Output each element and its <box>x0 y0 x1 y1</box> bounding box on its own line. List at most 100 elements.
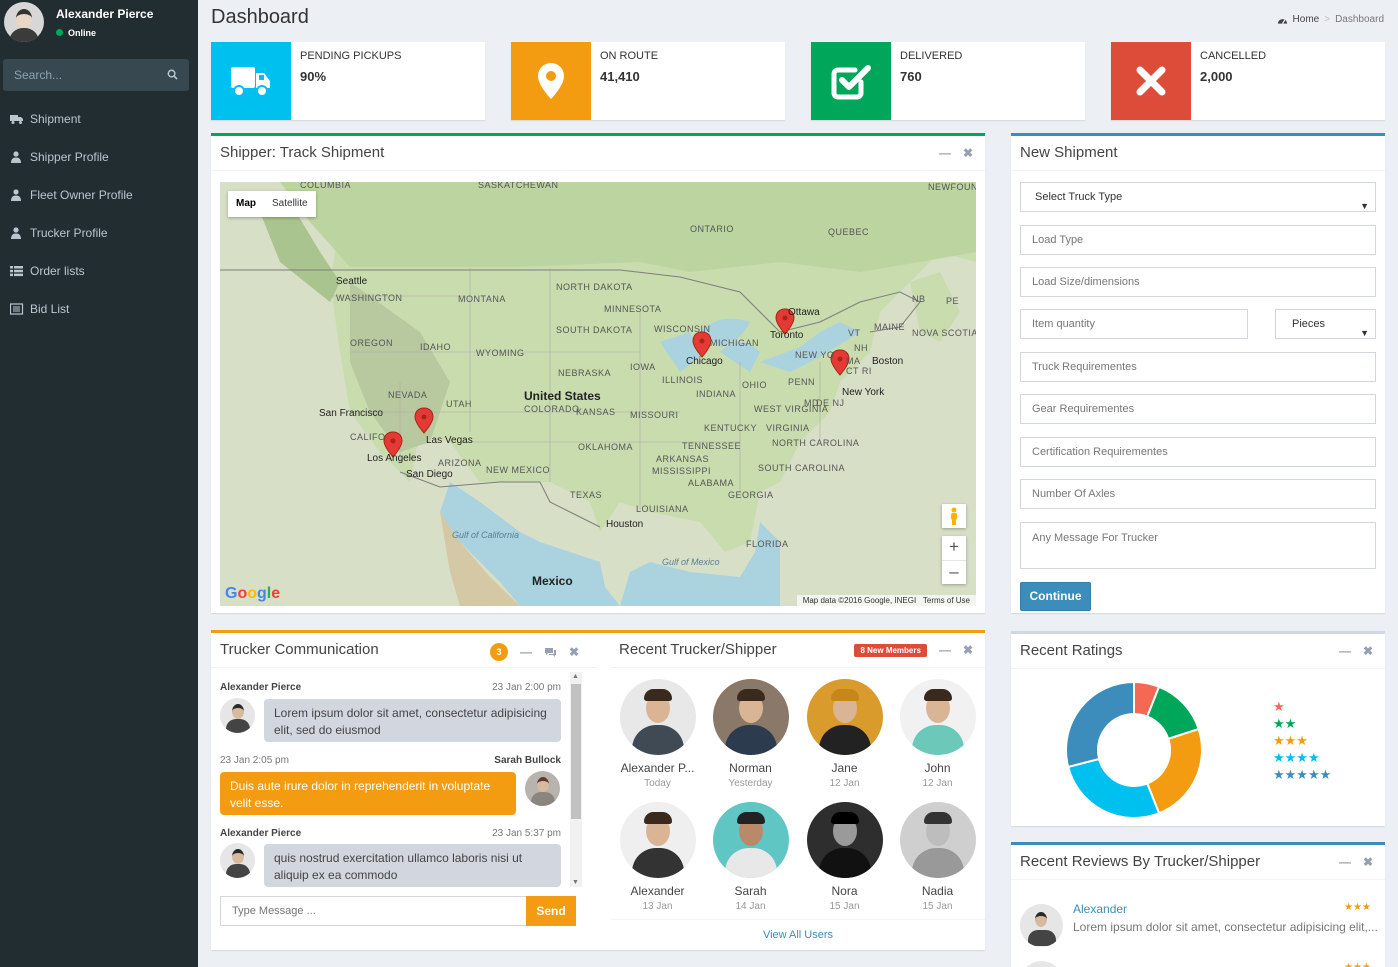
chat-timestamp: 23 Jan 2:05 pm <box>220 755 289 766</box>
user-card[interactable]: Sarah 14 Jan <box>704 802 797 912</box>
user-icon <box>11 227 21 239</box>
chat-sender-name: Alexander Pierce <box>220 682 302 693</box>
user-name[interactable]: John <box>891 761 984 775</box>
certification-requirements-input[interactable]: Certification Requirementes <box>1020 437 1376 467</box>
star-rating-row: ★★★★ <box>1273 750 1320 765</box>
continue-button[interactable]: Continue <box>1020 582 1091 611</box>
sidebar-item-bid-list[interactable]: Bid List <box>0 290 198 328</box>
sidebar-item-order-lists[interactable]: Order lists <box>0 252 198 290</box>
map-label: KENTUCKY <box>704 423 758 433</box>
map-label: WISCONSIN <box>654 324 711 334</box>
message-textarea[interactable]: Any Message For Trucker <box>1020 522 1376 569</box>
unit-select[interactable]: Pieces ▼ <box>1275 309 1376 339</box>
collapse-button[interactable]: — <box>1339 855 1351 869</box>
breadcrumb-home-link[interactable]: Home <box>1293 14 1320 25</box>
map-label: TEXAS <box>570 490 603 500</box>
user-name[interactable]: Nora <box>798 884 891 898</box>
reviewer-name[interactable]: Alexander <box>1073 902 1127 916</box>
page-title: Dashboard <box>211 6 309 28</box>
map-label: MAINE <box>874 322 906 332</box>
collapse-button[interactable]: — <box>939 643 951 657</box>
scroll-down-icon[interactable]: ▼ <box>572 879 579 886</box>
user-card[interactable]: Nora 15 Jan <box>798 802 891 912</box>
search-icon[interactable] <box>167 69 178 80</box>
street-view-pegman-icon[interactable] <box>942 504 966 528</box>
user-name: Alexander Pierce <box>56 7 154 21</box>
close-button[interactable]: ✖ <box>569 645 579 659</box>
sidebar-item-shipment[interactable]: Shipment <box>0 100 198 138</box>
user-name[interactable]: Alexander <box>611 884 704 898</box>
ratings-box: Recent Ratings — ✖ ★ ★★ ★★★ ★★★★ ★★★★★ <box>1011 631 1385 826</box>
scroll-up-icon[interactable]: ▲ <box>572 673 579 680</box>
user-card[interactable]: Alexander 13 Jan <box>611 802 704 912</box>
map-label: COLUMBIA <box>300 182 352 190</box>
map-label: OREGON <box>350 338 394 348</box>
shipment-map[interactable]: COLUMBIA SASKATCHEWAN ONTARIO QUEBEC NEWFOUN… <box>220 182 976 606</box>
donut-segment[interactable] <box>1145 727 1203 815</box>
map-label: NEWFOUN AND LAB <box>928 182 976 192</box>
zoom-in-button[interactable]: + <box>942 536 966 560</box>
main-content: Dashboard Home > Dashboard PENDING PICKU… <box>198 0 1398 967</box>
map-label: QUEBEC <box>828 227 870 237</box>
user-card[interactable]: Jane 12 Jan <box>798 679 891 789</box>
view-all-users-link[interactable]: View All Users <box>611 919 985 951</box>
load-size-input[interactable]: Load Size/dimensions <box>1020 267 1376 297</box>
map-label: NEW MEXICO <box>486 465 551 475</box>
avatar[interactable] <box>4 2 44 42</box>
collapse-button[interactable]: — <box>520 645 532 659</box>
close-button[interactable]: ✖ <box>1363 644 1373 658</box>
truck-requirements-input[interactable]: Truck Requirementes <box>1020 352 1376 382</box>
gear-requirements-input[interactable]: Gear Requirementes <box>1020 394 1376 424</box>
map-type-satellite-button[interactable]: Satellite <box>264 191 316 217</box>
close-button[interactable]: ✖ <box>1363 855 1373 869</box>
user-name[interactable]: Sarah <box>704 884 797 898</box>
map-attribution: Map data ©2016 Google, INEGI Terms of Us… <box>796 595 976 606</box>
zoom-out-button[interactable]: – <box>942 560 966 584</box>
user-name[interactable]: Alexander P... <box>611 761 704 775</box>
user-card[interactable]: Norman Yesterday <box>704 679 797 789</box>
send-button[interactable]: Send <box>526 896 576 926</box>
comments-icon[interactable] <box>544 647 557 658</box>
close-button[interactable]: ✖ <box>963 146 973 160</box>
truck-type-select[interactable]: Select Truck Type ▼ <box>1020 182 1376 212</box>
users-tools: 8 New Members — ✖ <box>854 643 973 657</box>
load-type-input[interactable]: Load Type <box>1020 225 1376 255</box>
map-label: FLORIDA <box>746 539 789 549</box>
map-label: Chicago <box>686 356 723 367</box>
scrollbar-thumb[interactable] <box>571 684 581 819</box>
user-card[interactable]: John 12 Jan <box>891 679 984 789</box>
donut-segment[interactable] <box>1065 680 1135 769</box>
user-name[interactable]: Nadia <box>891 884 984 898</box>
sidebar-item-trucker-profile[interactable]: Trucker Profile <box>0 214 198 252</box>
user-card[interactable]: Nadia 15 Jan <box>891 802 984 912</box>
chat-message-input[interactable] <box>220 896 527 926</box>
map-label: TENNESSEE <box>682 441 742 451</box>
sidebar-item-fleet-owner-profile[interactable]: Fleet Owner Profile <box>0 176 198 214</box>
search-input[interactable] <box>3 59 153 91</box>
user-date: Today <box>644 778 671 789</box>
donut-segment[interactable] <box>1066 757 1161 819</box>
user-name[interactable]: Jane <box>798 761 891 775</box>
box-title: Recent Reviews By Trucker/Shipper <box>1020 853 1261 870</box>
chat-scrollbar[interactable]: ▲ ▼ <box>570 672 582 887</box>
axles-input[interactable]: Number Of Axles <box>1020 479 1376 509</box>
chat-sender-name: Alexander Pierce <box>220 828 302 839</box>
close-button[interactable]: ✖ <box>963 643 973 657</box>
user-panel: Alexander Pierce Online <box>0 0 198 50</box>
collapse-button[interactable]: — <box>939 146 951 160</box>
user-name[interactable]: Norman <box>704 761 797 775</box>
avatar <box>220 843 255 878</box>
google-logo: Google <box>225 585 281 602</box>
user-date: 14 Jan <box>735 901 766 912</box>
star-rating-legend: ★ ★★ ★★★ ★★★★ ★★★★★ <box>1273 698 1331 783</box>
collapse-button[interactable]: — <box>1339 644 1351 658</box>
user-card[interactable]: Alexander P... Today <box>611 679 704 789</box>
sidebar-item-shipper-profile[interactable]: Shipper Profile <box>0 138 198 176</box>
list-alt-icon <box>10 303 24 315</box>
item-quantity-input[interactable]: Item quantity <box>1020 309 1248 339</box>
terms-of-use-link[interactable]: Terms of Use <box>923 596 970 605</box>
map-label: DE NJ <box>816 398 845 408</box>
map-label: ARKANSAS <box>656 454 710 464</box>
sidebar-item-label: Fleet Owner Profile <box>30 188 133 202</box>
map-type-map-button[interactable]: Map <box>228 191 264 217</box>
